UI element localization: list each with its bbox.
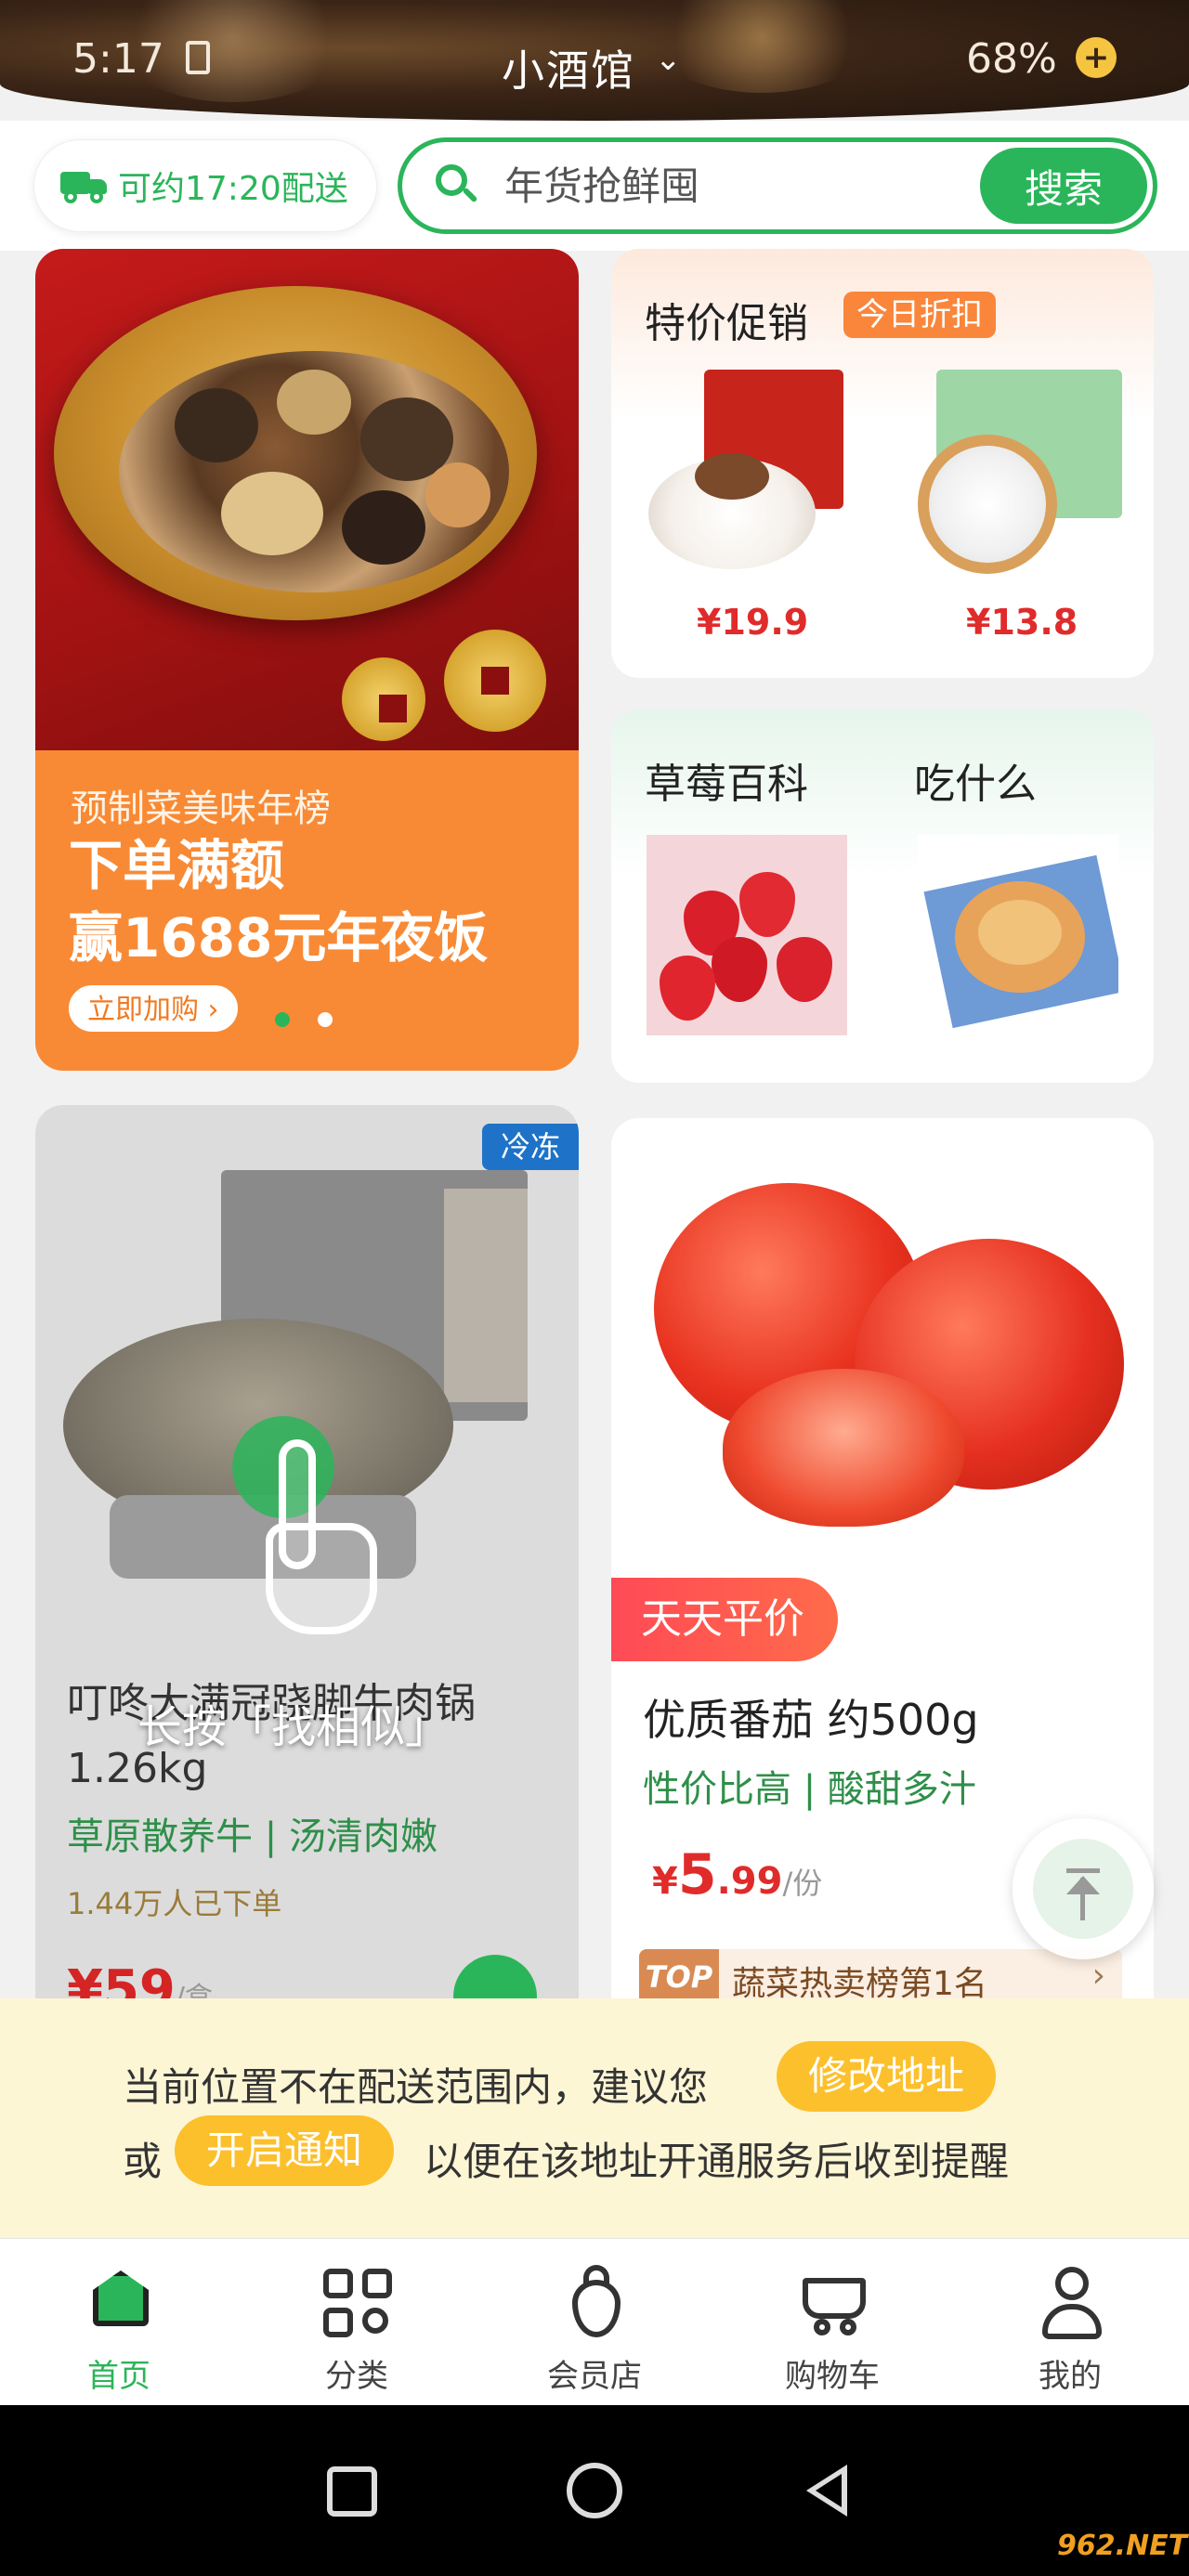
- promo-item-rice-pudding[interactable]: [639, 370, 862, 602]
- chevron-right-icon: ›: [207, 994, 219, 1026]
- chevron-down-icon[interactable]: ⌄: [655, 41, 682, 78]
- ranking-strip[interactable]: TOP 蔬菜热卖榜第1名 ›: [639, 1949, 1122, 2005]
- special-promo-card[interactable]: 特价促销 今日折扣 ¥19.9 ¥13.8: [611, 249, 1154, 678]
- promo-price: ¥19.9: [697, 602, 809, 643]
- dish-image[interactable]: [918, 835, 1118, 1035]
- top-rank-tag: TOP: [639, 1949, 719, 2005]
- enable-notification-button[interactable]: 开启通知: [175, 2115, 395, 2186]
- delivery-time-pill[interactable]: 可约17:20配送: [33, 139, 377, 232]
- daily-low-price-badge: 天天平价: [611, 1578, 838, 1661]
- plus-icon: +: [1076, 37, 1117, 78]
- tab-profile[interactable]: 我的: [951, 2239, 1189, 2406]
- order-count: 1.44万人已下单: [67, 1886, 282, 1921]
- store-name[interactable]: 小酒馆: [502, 37, 635, 98]
- delivery-time-text: 可约17:20配送: [118, 170, 348, 208]
- strawberry-card[interactable]: 草莓百科 吃什么: [611, 709, 1154, 1083]
- hero-title-line2: 赢1688元年夜饭: [69, 906, 489, 969]
- frozen-tag: 冷冻: [482, 1124, 579, 1170]
- hero-buy-button[interactable]: 立即加购 ›: [69, 985, 238, 1032]
- price-int: 5: [677, 1842, 717, 1907]
- bottom-tab-bar: 首页 分类 会员店 购物车 我的: [0, 2238, 1189, 2405]
- tab-label: 购物车: [785, 2358, 880, 2395]
- sim-icon: [186, 41, 210, 74]
- hero-title-line1: 下单满额: [69, 834, 285, 897]
- cart-icon: [797, 2265, 871, 2339]
- product-price: ¥5.99/份: [652, 1842, 822, 1907]
- hand-pointer-icon: [247, 1439, 386, 1634]
- promo-price: ¥13.8: [966, 602, 1078, 643]
- tab-home[interactable]: 首页: [0, 2239, 238, 2406]
- status-time: 5:17: [72, 35, 164, 83]
- search-input[interactable]: [504, 155, 950, 216]
- search-button[interactable]: 搜索: [980, 148, 1147, 224]
- back-to-top-button[interactable]: [1013, 1818, 1154, 1959]
- what-to-eat-title: 吃什么: [914, 761, 1037, 808]
- hero-food-image: [35, 249, 579, 750]
- product-name: 优质番茄 约500g: [643, 1695, 979, 1745]
- notice-text-2: 以便在该地址开通服务后收到提醒: [424, 2139, 1010, 2184]
- tab-label: 我的: [1039, 2358, 1102, 2395]
- search-icon: [436, 164, 478, 207]
- search-box[interactable]: 搜索: [398, 137, 1157, 234]
- notice-text: 当前位置不在配送范围内，建议您: [123, 2064, 709, 2110]
- promo-item-fish-balls[interactable]: [908, 370, 1131, 602]
- hero-text-panel: 预制菜美味年榜 下单满额 赢1688元年夜饭 立即加购 ›: [35, 750, 579, 1071]
- banner-glow: [650, 0, 873, 93]
- hero-banner-card[interactable]: 预制菜美味年榜 下单满额 赢1688元年夜饭 立即加购 ›: [35, 249, 579, 1071]
- product-features: 性价比高 | 酸甜多汁: [643, 1768, 976, 1811]
- vegetable-icon: [559, 2265, 634, 2339]
- home-icon: [84, 2265, 158, 2339]
- long-press-hint: 长按「找相似」: [137, 1701, 451, 1753]
- carousel-dot[interactable]: [318, 1012, 333, 1027]
- user-icon: [1035, 2265, 1109, 2339]
- tab-cart[interactable]: 购物车: [713, 2239, 951, 2406]
- system-nav-bar: [0, 2405, 1189, 2576]
- hero-subtitle: 预制菜美味年榜: [71, 787, 331, 830]
- strawberry-image[interactable]: [647, 835, 847, 1035]
- back-triangle-icon[interactable]: [806, 2465, 847, 2517]
- tab-label: 分类: [325, 2358, 388, 2395]
- category-grid-icon: [321, 2265, 396, 2339]
- product-card-beef-pot[interactable]: 冷冻 叮咚大满冠跷脚牛肉锅1.26kg 长按「找相似」 草原散养牛 | 汤清肉嫩…: [35, 1105, 579, 2034]
- price-decimal: .99: [716, 1860, 783, 1903]
- truck-icon: [60, 168, 109, 203]
- tab-label: 首页: [87, 2358, 150, 2395]
- tab-member-store[interactable]: 会员店: [476, 2239, 713, 2406]
- arrow-up-icon: [1033, 1839, 1133, 1939]
- price-unit: /份: [782, 1866, 823, 1901]
- watermark-logo: 962.NET: [1057, 2530, 1188, 2562]
- hero-title: 下单满额 赢1688元年夜饭: [69, 829, 488, 974]
- tab-label: 会员店: [547, 2358, 642, 2395]
- promo-tag: 今日折扣: [843, 292, 996, 338]
- delivery-notice-bar: 当前位置不在配送范围内，建议您 修改地址 或 开启通知 以便在该地址开通服务后收…: [0, 1998, 1189, 2238]
- carousel-dot-active[interactable]: [275, 1012, 290, 1027]
- strawberry-wiki-title: 草莓百科: [645, 761, 808, 808]
- tomato-image: [611, 1118, 1154, 1601]
- battery-level: 68%: [966, 35, 1057, 83]
- hero-buy-label: 立即加购: [87, 994, 199, 1026]
- currency-symbol: ¥: [652, 1860, 678, 1903]
- promo-title: 特价促销: [645, 300, 808, 347]
- tab-category[interactable]: 分类: [238, 2239, 476, 2406]
- home-circle-icon[interactable]: [567, 2463, 622, 2518]
- top-banner: 5:17 小酒馆 ⌄ 68% +: [0, 0, 1189, 121]
- recent-apps-icon[interactable]: [327, 2466, 377, 2517]
- chevron-right-icon: ›: [1091, 1957, 1105, 1995]
- change-address-button[interactable]: 修改地址: [777, 2041, 997, 2112]
- carousel-dots: [275, 1012, 333, 1027]
- product-features: 草原散养牛 | 汤清肉嫩: [67, 1815, 438, 1858]
- notice-or: 或: [123, 2139, 163, 2184]
